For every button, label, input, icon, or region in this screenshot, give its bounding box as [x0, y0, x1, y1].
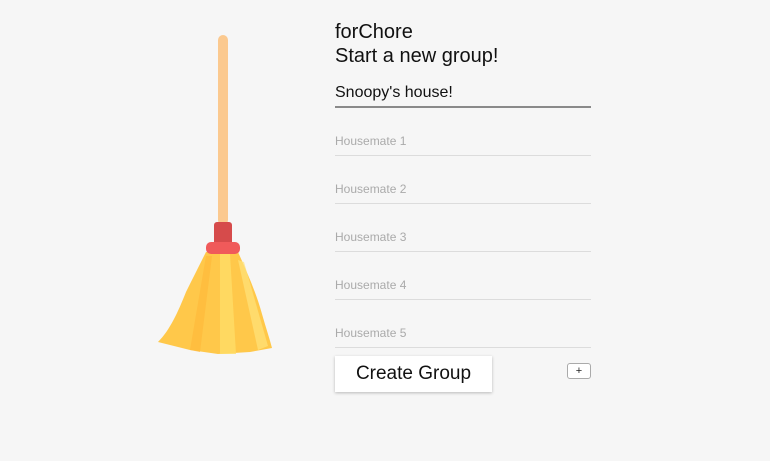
housemate-3-input[interactable]: [335, 222, 591, 252]
group-name-input[interactable]: [335, 80, 591, 108]
app-title: forChore: [335, 21, 413, 43]
page-subtitle: Start a new group!: [335, 45, 499, 67]
new-group-form: forChore Start a new group! Create Group…: [335, 20, 591, 394]
housemate-1-input[interactable]: [335, 126, 591, 156]
add-housemate-button[interactable]: +: [567, 363, 591, 379]
broom-illustration: [150, 30, 280, 360]
form-actions: Create Group +: [335, 356, 591, 394]
housemate-4-input[interactable]: [335, 270, 591, 300]
housemate-2-input[interactable]: [335, 174, 591, 204]
broom-icon: [158, 35, 272, 354]
create-group-button[interactable]: Create Group: [335, 356, 492, 392]
housemate-5-input[interactable]: [335, 318, 591, 348]
page: forChore Start a new group! Create Group…: [0, 0, 770, 461]
